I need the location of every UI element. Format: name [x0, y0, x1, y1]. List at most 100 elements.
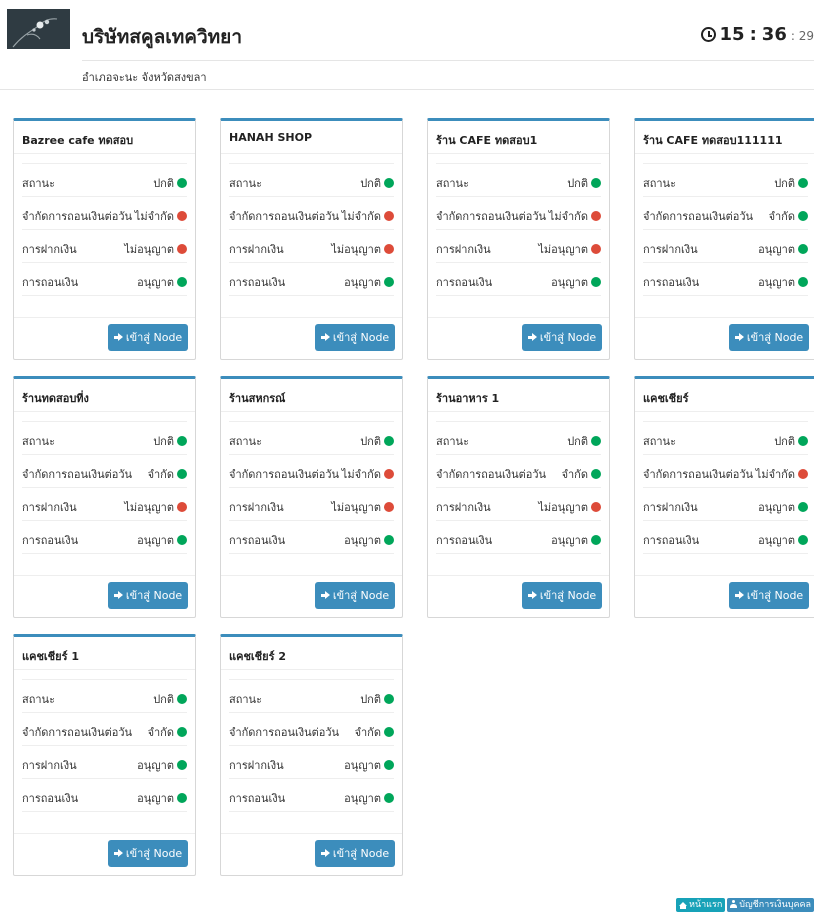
- card-footer-divider: [221, 833, 402, 834]
- withdraw-value: อนุญาต: [344, 789, 394, 807]
- node-card: แคชเชียร์ 2 สถานะ ปกติ จำกัดการถอนเงินต่…: [220, 634, 403, 876]
- withdraw-value: อนุญาต: [137, 531, 187, 549]
- node-card: Bazree cafe ทดสอบ สถานะ ปกติ จำกัดการถอน…: [13, 118, 196, 360]
- node-card: ร้านสหกรณ์ สถานะ ปกติ จำกัดการถอนเงินต่อ…: [220, 376, 403, 618]
- withdraw-limit-row: จำกัดการถอนเงินต่อวัน จำกัด: [643, 196, 808, 229]
- deposit-value: ไม่อนุญาต: [538, 498, 601, 516]
- withdraw-limit-value: ไม่จำกัด: [549, 207, 601, 225]
- company-logo: [7, 9, 70, 49]
- withdraw-limit-value: จำกัด: [148, 723, 187, 741]
- card-divider: [428, 153, 609, 154]
- enter-node-button[interactable]: เข้าสู่ Node: [108, 840, 188, 867]
- card-footer-divider: [14, 575, 195, 576]
- status-row: สถานะ ปกติ: [229, 163, 394, 196]
- enter-node-button[interactable]: เข้าสู่ Node: [729, 324, 809, 351]
- card-footer-divider: [221, 575, 402, 576]
- node-status-list: สถานะ ปกติ จำกัดการถอนเงินต่อวัน ไม่จำกั…: [643, 421, 808, 554]
- sign-in-icon: [320, 591, 330, 600]
- withdraw-label: การถอนเงิน: [643, 534, 700, 547]
- sign-in-icon: [734, 591, 744, 600]
- withdraw-limit-value: ไม่จำกัด: [342, 465, 394, 483]
- company-title: บริษัทสคูลเทควิทยา: [82, 26, 242, 48]
- status-label: สถานะ: [22, 693, 55, 706]
- header-divider: [82, 60, 814, 61]
- enter-node-button[interactable]: เข้าสู่ Node: [315, 840, 395, 867]
- withdraw-indicator-icon: [798, 535, 808, 545]
- deposit-indicator-icon: [591, 502, 601, 512]
- enter-node-button[interactable]: เข้าสู่ Node: [108, 582, 188, 609]
- card-footer-divider: [14, 833, 195, 834]
- node-card: ร้าน CAFE ทดสอบ1 สถานะ ปกติ จำกัดการถอนเ…: [427, 118, 610, 360]
- withdraw-limit-value: จำกัด: [769, 207, 808, 225]
- enter-node-button[interactable]: เข้าสู่ Node: [315, 582, 395, 609]
- deposit-value: ไม่อนุญาต: [124, 498, 187, 516]
- enter-node-button[interactable]: เข้าสู่ Node: [729, 582, 809, 609]
- enter-node-button[interactable]: เข้าสู่ Node: [315, 324, 395, 351]
- withdraw-value: อนุญาต: [137, 273, 187, 291]
- withdraw-indicator-icon: [798, 277, 808, 287]
- deposit-value: ไม่อนุญาต: [331, 240, 394, 258]
- node-status-list: สถานะ ปกติ จำกัดการถอนเงินต่อวัน จำกัด ก…: [22, 679, 187, 812]
- withdraw-value: อนุญาต: [344, 273, 394, 291]
- withdraw-indicator-icon: [177, 793, 187, 803]
- home-button[interactable]: หน้าแรก: [676, 898, 726, 912]
- withdraw-limit-label: จำกัดการถอนเงินต่อวัน: [643, 468, 754, 481]
- deposit-row: การฝากเงิน อนุญาต: [643, 229, 808, 262]
- enter-node-button[interactable]: เข้าสู่ Node: [522, 324, 602, 351]
- status-indicator-icon: [177, 178, 187, 188]
- withdraw-limit-value: จำกัด: [355, 723, 394, 741]
- withdraw-limit-label: จำกัดการถอนเงินต่อวัน: [22, 210, 133, 223]
- node-status-list: สถานะ ปกติ จำกัดการถอนเงินต่อวัน ไม่จำกั…: [436, 163, 601, 296]
- enter-node-label: เข้าสู่ Node: [125, 331, 183, 344]
- withdraw-limit-value: ไม่จำกัด: [135, 207, 187, 225]
- deposit-row: การฝากเงิน ไม่อนุญาต: [22, 229, 187, 262]
- status-label: สถานะ: [643, 177, 676, 190]
- node-status-list: สถานะ ปกติ จำกัดการถอนเงินต่อวัน ไม่จำกั…: [22, 163, 187, 296]
- clock-minutes: 36: [761, 24, 787, 45]
- sign-in-icon: [113, 333, 123, 342]
- deposit-label: การฝากเงิน: [436, 243, 491, 256]
- card-divider: [14, 153, 195, 154]
- limit-indicator-icon: [798, 469, 808, 479]
- card-divider: [221, 153, 402, 154]
- deposit-row: การฝากเงิน ไม่อนุญาต: [22, 487, 187, 520]
- enter-node-label: เข้าสู่ Node: [746, 589, 804, 602]
- withdraw-limit-row: จำกัดการถอนเงินต่อวัน จำกัด: [436, 454, 601, 487]
- deposit-row: การฝากเงิน ไม่อนุญาต: [229, 229, 394, 262]
- deposit-value: อนุญาต: [758, 240, 808, 258]
- node-status-list: สถานะ ปกติ จำกัดการถอนเงินต่อวัน จำกัด ก…: [22, 421, 187, 554]
- status-value: ปกติ: [774, 432, 808, 450]
- enter-node-button[interactable]: เข้าสู่ Node: [108, 324, 188, 351]
- withdraw-value: อนุญาต: [344, 531, 394, 549]
- enter-node-button[interactable]: เข้าสู่ Node: [522, 582, 602, 609]
- status-indicator-icon: [798, 178, 808, 188]
- status-row: สถานะ ปกติ: [436, 163, 601, 196]
- personal-accounts-button[interactable]: บัญชีการเงินบุคคล: [727, 898, 814, 912]
- status-indicator-icon: [384, 178, 394, 188]
- limit-indicator-icon: [591, 211, 601, 221]
- status-value: ปกติ: [567, 174, 601, 192]
- withdraw-limit-label: จำกัดการถอนเงินต่อวัน: [229, 468, 340, 481]
- deposit-label: การฝากเงิน: [643, 243, 698, 256]
- withdraw-limit-row: จำกัดการถอนเงินต่อวัน ไม่จำกัด: [229, 196, 394, 229]
- status-indicator-icon: [591, 436, 601, 446]
- limit-indicator-icon: [384, 469, 394, 479]
- clock-seconds: : 29: [790, 29, 814, 43]
- withdraw-value: อนุญาต: [758, 531, 808, 549]
- card-footer-divider: [635, 575, 814, 576]
- enter-node-label: เข้าสู่ Node: [539, 589, 597, 602]
- limit-indicator-icon: [591, 469, 601, 479]
- status-row: สถานะ ปกติ: [229, 679, 394, 712]
- deposit-label: การฝากเงิน: [22, 501, 77, 514]
- withdraw-limit-row: จำกัดการถอนเงินต่อวัน จำกัด: [229, 712, 394, 745]
- user-icon: [730, 900, 738, 908]
- deposit-label: การฝากเงิน: [229, 759, 284, 772]
- enter-node-label: เข้าสู่ Node: [332, 847, 390, 860]
- withdraw-limit-label: จำกัดการถอนเงินต่อวัน: [643, 210, 754, 223]
- deposit-value: อนุญาต: [758, 498, 808, 516]
- status-value: ปกติ: [360, 174, 394, 192]
- withdraw-label: การถอนเงิน: [229, 792, 286, 805]
- deposit-indicator-icon: [177, 502, 187, 512]
- withdraw-row: การถอนเงิน อนุญาต: [22, 262, 187, 296]
- withdraw-indicator-icon: [177, 535, 187, 545]
